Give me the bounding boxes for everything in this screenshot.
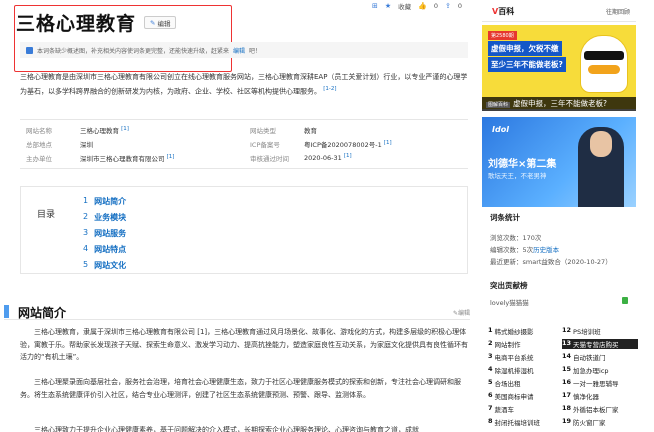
baike-logo[interactable]: V百科 [492,6,514,17]
toc-item[interactable]: 5 网站文化 [83,260,126,271]
badge-icon [622,297,628,304]
hot-list-item[interactable]: 13 天猫专营店购买 [562,339,638,349]
notice-edit-link[interactable]: 编辑 [233,46,245,55]
section-title: 网站简介 [18,306,67,320]
promo-line-2: 至少三年不能做老板? [488,57,566,72]
table-of-contents: 目录 1 网站简介 2 业务模块 3 网站服务 4 网站特点 5 网站文化 [20,186,468,274]
info-key: 审核通过时间 [250,155,289,163]
like-count: 0 [433,1,439,10]
hot-list-item[interactable]: 3 电商平台系统 [488,352,564,362]
info-key: 主办单位 [26,155,52,163]
hot-list-item[interactable]: 1 韩式婚纱摄影 [488,326,564,336]
info-value: 2020-06-31 [1] [304,153,352,163]
idol-name: 刘德华×第二集 [488,159,557,170]
highlight-box [14,5,232,72]
promo-caption[interactable]: 图解百科 虚假申报，三年不能做老板? [482,97,636,111]
stats-views: 浏览次数：170次 [490,234,542,242]
notice-text: 本词条缺少概述图，补充相关内容使词条更完整，还能快速升级，赶紧来 [37,47,230,55]
info-row: 网站名称 三格心理教育 [1] 网站类型 教育 [20,125,468,139]
toc-item[interactable]: 1 网站简介 [83,196,126,207]
info-key: 网站类型 [250,127,276,135]
baike-header: V百科 往期回顾 [482,0,636,22]
hot-list-item[interactable]: 2 网站制作 [488,339,564,349]
share-icon[interactable]: ⇪ [445,2,451,10]
info-key: 网站名称 [26,127,52,135]
notice-bar: 本词条缺少概述图，补充相关内容使词条更完整，还能快速升级，赶紧来 编辑 吧！ [20,42,468,58]
info-key: 总部地点 [26,141,52,149]
summary-text: 三格心理教育是由深圳市三格心理教育有限公司创立在线心理教育服务网站，三格心理教育… [20,73,468,96]
issue-tag: 第2580期 [488,31,517,40]
star-icon[interactable]: ★ [385,2,391,10]
hot-list-item[interactable]: 15 加急办理icp [562,365,638,375]
main-content: ⊞ ★ 收藏 👍 0 ⇪ 0 三格心理教育 ✎ 编辑 本词条缺少概述图，补充相关… [0,0,474,432]
section-edit-link[interactable]: ✎编辑 [453,308,470,317]
add-icon[interactable]: ⊞ [372,2,378,10]
beak-illustration [588,65,620,74]
stats-edits: 编辑次数：5次历史版本 [490,246,560,254]
paragraph: 三格心理致力于提升企业心理健康素养，基于问题解决的介入模式，长期探索企业心理服务… [34,426,419,432]
notice-suffix: 吧！ [249,47,262,55]
hot-list-item[interactable]: 4 除湿机排湿机 [488,365,564,375]
info-key: ICP备案号 [250,141,280,149]
toc-label: 目录 [37,210,56,220]
hot-list-item[interactable]: 17 慎净化器 [562,391,638,401]
hot-list-item[interactable]: 14 自动铁道门 [562,352,638,362]
contributor-name[interactable]: lovely猫猫猫 [490,297,529,307]
info-box: 网站名称 三格心理教育 [1] 网站类型 教育 总部地点 深圳 ICP备案号 粤… [20,119,468,169]
sidebar: V百科 往期回顾 第2580期 虚假申报，欠税不缴 至少三年不能做老板? 图解百… [482,0,638,432]
info-value: 深圳市三格心理教育有限公司 [1] [80,153,175,163]
summary: 三格心理教育是由深圳市三格心理教育有限公司创立在线心理教育服务网站，三格心理教育… [20,71,468,97]
section-bar [4,305,9,318]
favorite-label[interactable]: 收藏 [398,1,411,11]
info-value: 教育 [304,127,317,135]
hot-list-item[interactable]: 12 PS培训班 [562,326,638,336]
sunglasses-illustration [584,51,624,60]
summary-reference[interactable]: [1-2] [323,86,336,92]
stats-updated: 最近更新：smart益致合（2020-10-27） [490,258,612,266]
hot-list-item[interactable]: 8 封闭托福培训班 [488,417,564,427]
hot-list-item[interactable]: 16 一对一雅思辅导 [562,378,638,388]
info-value: 三格心理教育 [1] [80,125,129,135]
hot-list-item[interactable]: 6 美国商标申请 [488,391,564,401]
info-value: 粤ICP备2020078002号-1 [1] [304,139,392,149]
hot-list-item[interactable]: 5 合场出租 [488,378,564,388]
stats-title: 词条统计 [490,213,520,222]
reference[interactable]: [1] [121,126,129,132]
info-row: 主办单位 深圳市三格心理教育有限公司 [1] 审核通过时间 2020-06-31… [20,153,468,167]
caption-text: 虚假申报，三年不能做老板? [513,99,607,108]
toc-item[interactable]: 4 网站特点 [83,244,126,255]
paragraph: 三格心理聚录面向基层社会，服务社会治理，培育社会心理健康生态，致力于社区心理健康… [20,378,461,399]
notice-icon [26,46,33,54]
thumb-up-icon[interactable]: 👍 [418,2,427,10]
reference[interactable]: [1] [344,153,352,159]
reference[interactable]: [1] [384,140,392,146]
hot-list-item[interactable]: 19 防火窗厂家 [562,417,638,427]
entry-stats: 词条统计 浏览次数：170次 编辑次数：5次历史版本 最近更新：smart益致合… [482,212,636,266]
idol-banner[interactable]: Idol 刘德华×第二集 歌坛天王，不老男神 [482,117,636,207]
toc-item[interactable]: 3 网站服务 [83,228,126,239]
contributors-title: 突出贡献榜 [490,281,528,290]
info-row: 总部地点 深圳 ICP备案号 粤ICP备2020078002号-1 [1] [20,139,468,153]
section-header: 网站简介 ✎编辑 [4,302,470,320]
paragraph: 三格心理教育，隶属于深圳市三格心理教育有限公司 [1]，三格心理教育通过风月场景… [20,328,468,361]
promo-line-1: 虚假申报，欠税不缴 [488,41,562,56]
duck-illustration [580,35,628,93]
idol-brand: Idol [492,125,509,134]
hot-list-item[interactable]: 7 蔬酒车 [488,404,564,414]
article-toolbar: ⊞ ★ 收藏 👍 0 ⇪ 0 [372,0,474,11]
share-count: 0 [457,1,463,10]
toc-item[interactable]: 2 业务模块 [83,212,126,223]
reference[interactable]: [1] [167,154,175,160]
face-illustration [590,131,612,157]
hot-list-item[interactable]: 18 外循铝本板厂家 [562,404,638,414]
caption-tag: 图解百科 [486,102,511,108]
history-link[interactable]: 历史版本 [533,246,559,254]
idol-slogan: 歌坛天王，不老男神 [488,172,547,180]
info-value: 深圳 [80,141,93,149]
past-issues-link[interactable]: 往期回顾 [606,7,630,16]
